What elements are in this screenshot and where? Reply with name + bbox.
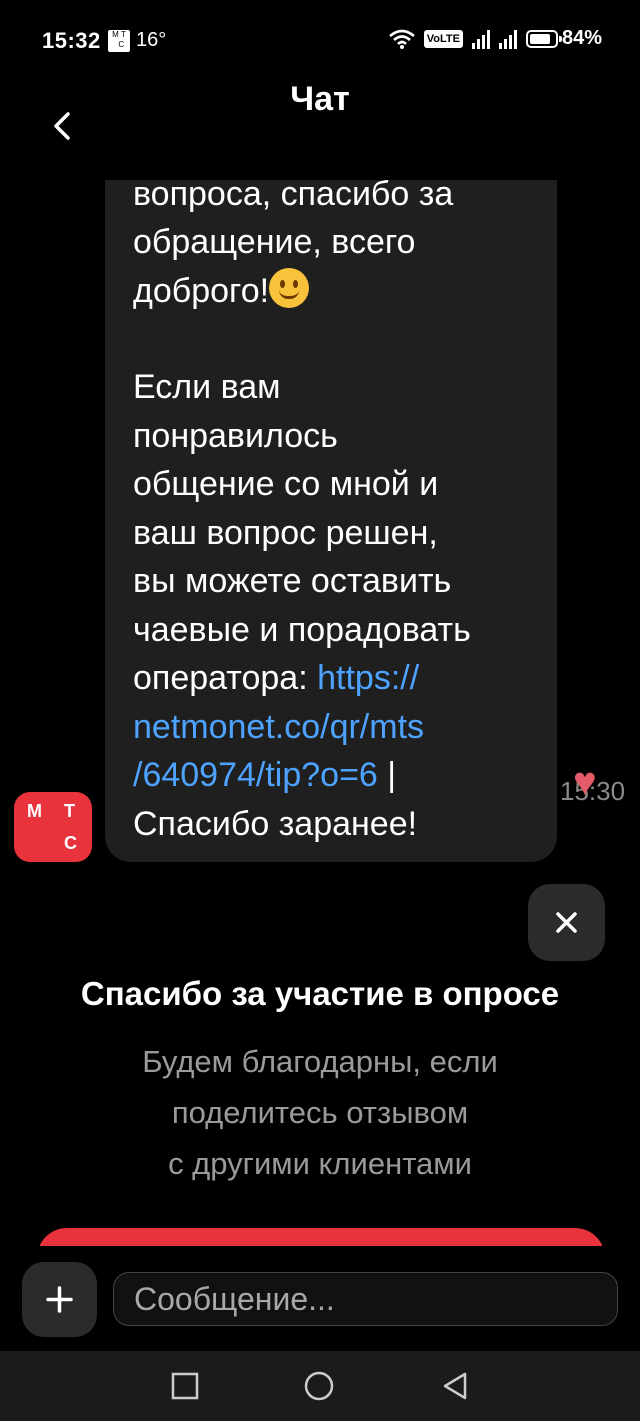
back-nav-button[interactable] (440, 1371, 470, 1401)
message-line: вы можете оставить (133, 562, 452, 600)
message-line: чаевые и порадовать (133, 610, 471, 649)
message-line: Спасибо заранее! (133, 804, 418, 843)
message-bubble: вопроса, спасибо за обращение, всего доб… (105, 180, 625, 862)
system-nav-bar (0, 1351, 640, 1421)
message-line: Если вам (133, 368, 281, 406)
square-icon (171, 1372, 199, 1400)
page-title: Чат (290, 80, 350, 118)
message-input[interactable] (113, 1272, 618, 1326)
heart-emoji-icon: ♥ (573, 760, 597, 804)
survey-subtitle: Будем благодарны, если поделитесь отзыво… (142, 1044, 498, 1181)
message-line: доброго! (133, 267, 533, 316)
triangle-back-icon (443, 1372, 467, 1400)
avatar: М Т С (14, 792, 92, 862)
survey-title: Спасибо за участие в опросе (80, 975, 560, 1012)
close-button[interactable] (528, 884, 605, 961)
signal-icon-2 (498, 29, 517, 49)
chat-area[interactable]: вопроса, спасибо за обращение, всего доб… (0, 180, 640, 880)
tip-link[interactable]: https:// (317, 659, 419, 697)
signal-icon-1 (471, 29, 490, 49)
status-right: VoLTE 84% (388, 27, 602, 50)
close-icon (556, 912, 577, 933)
message-line: обращение, всего (133, 223, 416, 261)
message-line: оператора: https:// (133, 659, 420, 697)
smile-emoji-icon (269, 267, 310, 308)
wifi-icon (388, 29, 415, 49)
battery-icon: 84% (525, 27, 602, 50)
message-line: /640974/tip?o=6 | (133, 756, 397, 794)
battery-level: 84% (561, 27, 602, 49)
status-time: 15:32 (42, 28, 101, 53)
temperature: 16° (136, 29, 167, 51)
tip-link[interactable]: netmonet.co/qr/mts (133, 708, 424, 746)
status-bar: 15:32 М Т С 16° VoLTE 84% (0, 0, 640, 80)
message-line: понравилось (133, 416, 338, 455)
message-line: ваш вопрос решен, (133, 513, 438, 552)
chat-header: Чат (0, 80, 640, 180)
message-line: общение со мной и (133, 465, 439, 503)
attach-button[interactable] (22, 1262, 97, 1337)
circle-icon (304, 1371, 334, 1401)
volte-badge: VoLTE (423, 29, 463, 48)
message-line: вопроса, спасибо за (133, 180, 454, 213)
home-button[interactable] (304, 1371, 334, 1401)
plus-icon (46, 1286, 73, 1313)
recents-button[interactable] (170, 1371, 200, 1401)
message-text: вопроса, спасибо за обращение, всего доб… (133, 180, 533, 848)
message-line: netmonet.co/qr/mts (133, 703, 533, 752)
tip-link[interactable]: /640974/tip?o=6 (133, 756, 378, 794)
message-composer (0, 1246, 640, 1351)
mts-icon: М Т С (108, 30, 130, 52)
